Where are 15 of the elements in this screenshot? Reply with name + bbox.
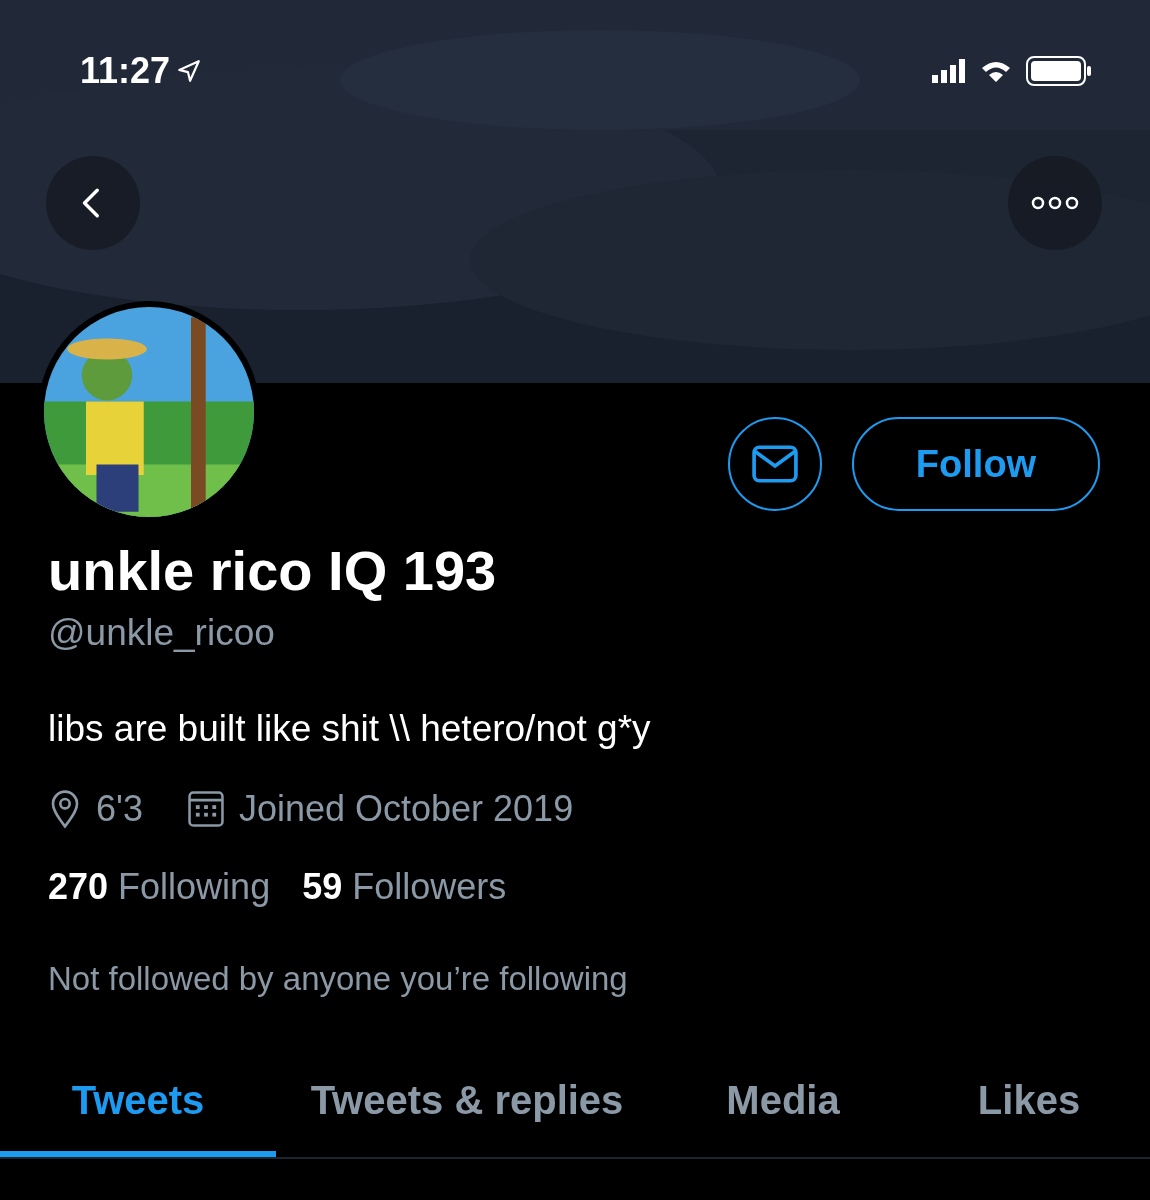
display-name: unkle rico IQ 193 — [48, 538, 498, 604]
following-link[interactable]: 270 Following — [48, 866, 271, 908]
envelope-icon — [752, 445, 798, 483]
follow-button[interactable]: Follow — [852, 417, 1100, 511]
tab[interactable]: Tweets — [0, 1052, 276, 1157]
bio-text: libs are built like shit \\ hetero/not g*y — [48, 708, 652, 750]
tab[interactable]: Media — [658, 1052, 908, 1157]
join-date: Joined October 2019 — [238, 788, 574, 830]
followers-link[interactable]: 59 Followers — [302, 866, 507, 908]
calendar-icon — [186, 790, 225, 828]
location-text: 6'3 — [96, 788, 143, 830]
followed-by-note: Not followed by anyone you’re following — [48, 960, 629, 998]
tab[interactable]: Likes — [908, 1052, 1150, 1157]
username: @unkle_ricoo — [48, 612, 276, 654]
tab[interactable]: Tweets & replies — [276, 1052, 658, 1157]
